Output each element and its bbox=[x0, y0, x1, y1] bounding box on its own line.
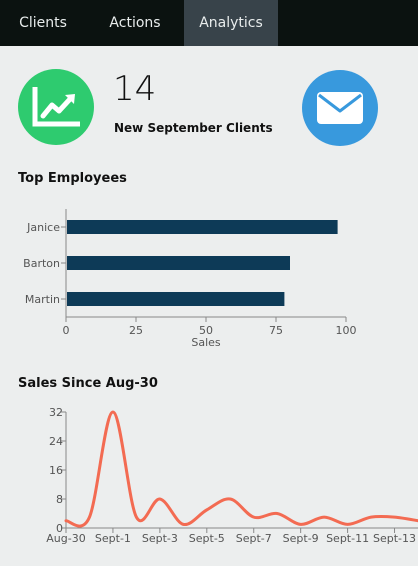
trending-up-chart-icon bbox=[32, 87, 80, 127]
new-clients-label: New September Clients bbox=[114, 121, 273, 135]
sales-since-title: Sales Since Aug-30 bbox=[18, 376, 158, 391]
line-x-tick-label: Sept-9 bbox=[283, 532, 319, 545]
line-x-tick-label: Aug-30 bbox=[46, 532, 85, 545]
bar-x-tick-label: 100 bbox=[336, 324, 357, 337]
line-y-tick-label: 24 bbox=[49, 435, 63, 448]
top-employees-chart: JaniceBartonMartin0 25 50 75 100Sales bbox=[23, 209, 357, 349]
bar-x-tick-label: 25 bbox=[129, 324, 143, 337]
line-x-tick-label: Sept-3 bbox=[142, 532, 178, 545]
bar-martin bbox=[67, 292, 285, 306]
bar-x-tick-label: 75 bbox=[269, 324, 283, 337]
bar-barton bbox=[67, 256, 290, 270]
mail-button[interactable] bbox=[302, 70, 378, 146]
bar-category-label: Martin bbox=[25, 293, 60, 306]
sales-line-chart: 08162432Aug-30 Sept-1 Sept-3 Sept-5 Sept-7 Se… bbox=[46, 406, 418, 545]
line-y-tick-label: 16 bbox=[49, 464, 63, 477]
bar-x-tick-label: 0 bbox=[63, 324, 70, 337]
envelope-icon bbox=[317, 92, 363, 124]
bar-janice bbox=[67, 220, 338, 234]
line-x-tick-label: Sept-5 bbox=[189, 532, 225, 545]
top-employees-title: Top Employees bbox=[18, 171, 127, 186]
line-x-tick-label: Sept-7 bbox=[236, 532, 272, 545]
stats-button[interactable] bbox=[18, 69, 94, 145]
tab-clients[interactable]: Clients bbox=[0, 0, 86, 46]
bar-x-axis-label: Sales bbox=[191, 336, 221, 349]
tab-analytics[interactable]: Analytics bbox=[184, 0, 278, 46]
line-x-tick-label: Sept-1 bbox=[95, 532, 131, 545]
line-x-tick-label: Sept-13 bbox=[373, 532, 416, 545]
new-clients-count: 14 bbox=[113, 69, 157, 109]
top-nav: Clients Actions Analytics bbox=[0, 0, 418, 46]
tab-actions[interactable]: Actions bbox=[86, 0, 184, 46]
line-y-tick-label: 32 bbox=[49, 406, 63, 419]
bar-category-label: Janice bbox=[26, 221, 60, 234]
bar-category-label: Barton bbox=[23, 257, 60, 270]
line-y-tick-label: 8 bbox=[56, 493, 63, 506]
line-x-tick-label: Sept-11 bbox=[326, 532, 369, 545]
sales-line-series bbox=[64, 410, 418, 528]
